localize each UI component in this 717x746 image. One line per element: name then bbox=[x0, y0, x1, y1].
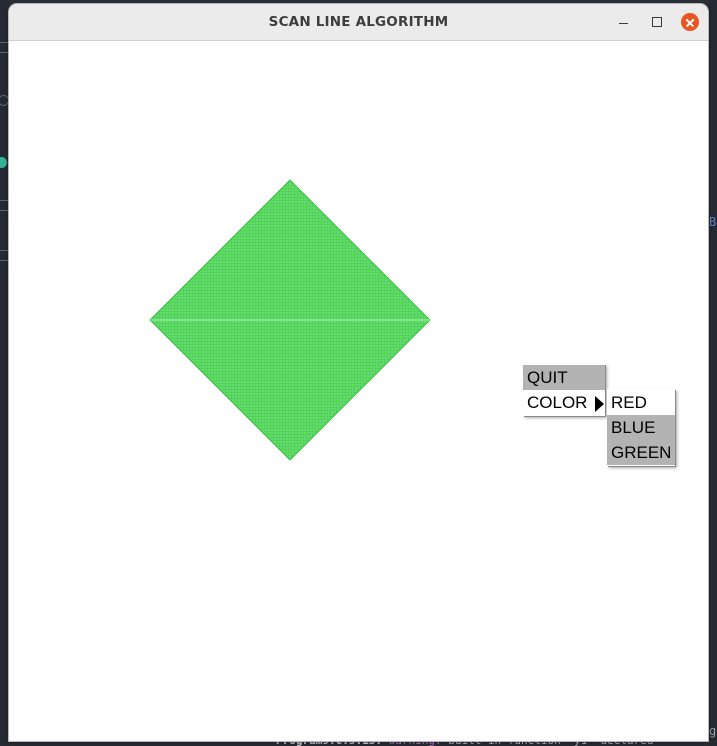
run-icon bbox=[0, 200, 9, 211]
search-icon bbox=[0, 95, 9, 106]
menu-item-color-label: COLOR bbox=[527, 393, 588, 412]
submenu-arrow-icon bbox=[595, 396, 604, 412]
minimize-icon bbox=[618, 23, 628, 24]
submenu-item-red[interactable]: RED bbox=[607, 390, 675, 415]
minimize-button[interactable] bbox=[613, 12, 633, 32]
submenu-item-green-label: GREEN bbox=[611, 443, 672, 462]
submenu-item-red-label: RED bbox=[611, 393, 647, 412]
drawing-canvas[interactable]: QUIT COLOR RED BLUE GREEN bbox=[9, 41, 708, 741]
menu-item-color[interactable]: COLOR bbox=[523, 390, 605, 415]
background-glyph: B bbox=[709, 215, 717, 229]
app-window: SCAN LINE ALGORITHM QUIT COLOR RED BLUE … bbox=[9, 4, 708, 741]
background-editor-strip-right: B g bbox=[708, 0, 717, 746]
maximize-icon bbox=[652, 17, 662, 27]
menu-item-quit-label: QUIT bbox=[527, 368, 568, 387]
title-bar[interactable]: SCAN LINE ALGORITHM bbox=[9, 4, 708, 41]
submenu-item-green[interactable]: GREEN bbox=[607, 440, 675, 465]
background-editor-strip-left bbox=[0, 0, 9, 746]
maximize-button[interactable] bbox=[647, 12, 667, 32]
extensions-icon bbox=[0, 250, 9, 261]
close-icon bbox=[681, 13, 699, 31]
color-submenu: RED BLUE GREEN bbox=[607, 389, 675, 466]
file-icon bbox=[0, 42, 9, 53]
notification-badge bbox=[0, 157, 7, 168]
submenu-item-blue-label: BLUE bbox=[611, 418, 656, 437]
menu-item-quit[interactable]: QUIT bbox=[523, 365, 605, 390]
close-button[interactable] bbox=[680, 12, 700, 32]
window-title: SCAN LINE ALGORITHM bbox=[268, 14, 449, 30]
context-menu: QUIT COLOR bbox=[523, 364, 605, 416]
submenu-item-blue[interactable]: BLUE bbox=[607, 415, 675, 440]
